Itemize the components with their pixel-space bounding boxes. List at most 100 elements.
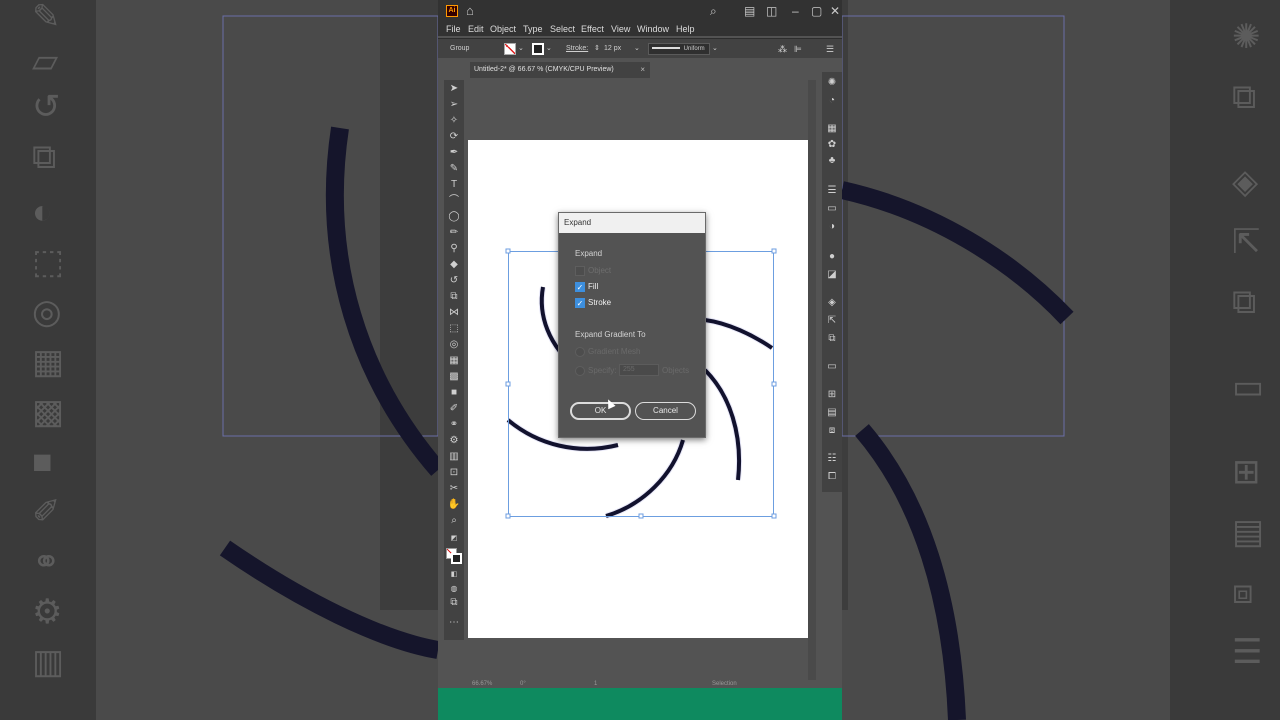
comments-icon[interactable]: ▭ (824, 360, 840, 374)
menu-view[interactable]: View (611, 22, 630, 36)
slice-tool-icon[interactable]: ✂ (446, 482, 462, 496)
mesh-tool-icon[interactable]: ▩ (446, 370, 462, 384)
profile-dropdown-icon[interactable]: ⌄ (712, 39, 718, 59)
minimize-icon[interactable]: – (792, 3, 799, 19)
brushes-icon[interactable]: ✿ (824, 138, 840, 152)
default-fill-stroke-icon[interactable]: ◩ (446, 532, 462, 546)
workspace-icon[interactable]: ▤ (744, 3, 755, 19)
ellipse-tool-icon[interactable]: ◯ (446, 210, 462, 224)
fill-checkbox[interactable]: ✓ (575, 282, 585, 292)
arrange-documents-icon[interactable]: ◫ (766, 3, 777, 19)
artboard-tool-icon[interactable]: ⊡ (446, 466, 462, 480)
menu-help[interactable]: Help (676, 22, 695, 36)
blend-tool-icon[interactable]: ⚭ (446, 418, 462, 432)
properties-icon[interactable]: ☷ (824, 452, 840, 466)
menu-window[interactable]: Window (637, 22, 669, 36)
fill-checkbox-label[interactable]: Fill (588, 282, 598, 292)
lasso-tool-icon[interactable]: ⟳ (446, 130, 462, 144)
menu-effect[interactable]: Effect (581, 22, 604, 36)
menu-select[interactable]: Select (550, 22, 575, 36)
transform-panel-icon[interactable]: ⊞ (824, 388, 840, 402)
color-panel-icon[interactable]: ✺ (824, 76, 840, 90)
gradient-tool-icon[interactable]: ■ (446, 386, 462, 400)
menu-edit[interactable]: Edit (468, 22, 484, 36)
zoom-tool-icon[interactable]: ⌕ (446, 514, 462, 528)
document-tab[interactable]: Untitled-2* @ 66.67 % (CMYK/CPU Preview)… (470, 62, 650, 78)
graph-tool-icon[interactable]: ▥ (446, 450, 462, 464)
shape-builder-tool-icon[interactable]: ◎ (446, 338, 462, 352)
swatches-icon[interactable]: ▦ (824, 122, 840, 136)
menu-object[interactable]: Object (490, 22, 516, 36)
stroke-dropdown-icon[interactable]: ⌄ (546, 39, 552, 59)
close-icon[interactable]: ✕ (830, 3, 840, 19)
stroke-swatch[interactable] (532, 43, 544, 55)
ok-button[interactable]: OK (570, 402, 631, 420)
shaper-tool-icon[interactable]: ⚲ (446, 242, 462, 256)
fill-stroke-widget[interactable] (446, 548, 462, 564)
paintbrush-tool-icon[interactable]: ✏ (446, 226, 462, 240)
stroke-weight-stepper-icon[interactable]: ⇕ (594, 39, 600, 59)
tools-panel: ➤ ➢ ✧ ⟳ ✒ ✎ T ⌒ ◯ ✏ ⚲ ◆ ↺ ⧉ ⋈ ⬚ ◎ ▦ ▩ ■ … (444, 80, 464, 640)
menu-type[interactable]: Type (523, 22, 543, 36)
free-transform-tool-icon[interactable]: ⬚ (446, 322, 462, 336)
edit-toolbar-icon[interactable]: ⋯ (446, 616, 462, 630)
layers-icon[interactable]: ◈ (824, 296, 840, 310)
screen-mode-icon[interactable]: ⧉ (446, 596, 462, 610)
eraser-tool-icon[interactable]: ◆ (446, 258, 462, 272)
rotate-tool-icon[interactable]: ↺ (446, 274, 462, 288)
panel-menu-icon[interactable]: ☰ (826, 39, 834, 59)
stroke-checkbox[interactable]: ✓ (575, 298, 585, 308)
stroke-weight-value[interactable]: 12 px (604, 39, 621, 59)
hand-tool-icon[interactable]: ✋ (446, 498, 462, 512)
vertical-scrollbar[interactable] (808, 80, 816, 680)
artboard-number[interactable]: 1 (594, 680, 597, 688)
search-icon[interactable]: ⌕ (710, 3, 717, 19)
stroke-weight-dropdown-icon[interactable]: ⌄ (634, 39, 640, 59)
draw-mode-icon[interactable]: ◍ (446, 582, 462, 596)
align-panel-icon[interactable]: ▤ (824, 406, 840, 420)
width-tool-icon[interactable]: ⋈ (446, 306, 462, 320)
appearance-icon[interactable]: ● (824, 250, 840, 264)
line-tool-icon[interactable]: ⌒ (446, 194, 462, 208)
stroke-box[interactable] (451, 553, 462, 564)
pen-tool-icon[interactable]: ✒ (446, 146, 462, 160)
libraries-icon[interactable]: ⧠ (824, 470, 840, 484)
graphic-styles-icon[interactable]: ◪ (824, 268, 840, 282)
fill-dropdown-icon[interactable]: ⌄ (518, 39, 524, 59)
fill-swatch[interactable] (504, 43, 516, 55)
tab-close-icon[interactable]: × (640, 62, 645, 78)
ghost-eyedropper-icon: ✐ (32, 493, 61, 531)
perspective-grid-tool-icon[interactable]: ▦ (446, 354, 462, 368)
recolor-icon[interactable]: ⁂ (778, 39, 787, 59)
rotation-value[interactable]: 0° (520, 680, 526, 688)
maximize-icon[interactable]: ▢ (811, 3, 822, 19)
stroke-panel-icon[interactable]: ☰ (824, 184, 840, 198)
menu-file[interactable]: File (446, 22, 461, 36)
pathfinder-icon[interactable]: ⧈ (824, 424, 840, 438)
stroke-label[interactable]: Stroke: (566, 39, 588, 59)
ghost-warp-icon: ◐ (32, 193, 53, 231)
direct-selection-tool-icon[interactable]: ➢ (446, 98, 462, 112)
title-bar: Ai ⌂ ⌕ ▤ ◫ – ▢ ✕ (438, 0, 842, 22)
align-icon[interactable]: ⊫ (794, 39, 802, 59)
gradient-panel-icon[interactable]: ▭ (824, 202, 840, 216)
stroke-profile-select[interactable]: Uniform (648, 43, 710, 55)
stroke-checkbox-label[interactable]: Stroke (588, 298, 611, 308)
selection-tool-icon[interactable]: ➤ (446, 82, 462, 96)
scale-tool-icon[interactable]: ⧉ (446, 290, 462, 304)
magic-wand-tool-icon[interactable]: ✧ (446, 114, 462, 128)
zoom-level[interactable]: 66.67% (472, 680, 492, 688)
asset-export-icon[interactable]: ⇱ (824, 314, 840, 328)
symbols-icon[interactable]: ♣ (824, 154, 840, 168)
type-tool-icon[interactable]: T (446, 178, 462, 192)
artboards-panel-icon[interactable]: ⧉ (824, 332, 840, 346)
color-guide-icon[interactable]: ◔ (824, 94, 840, 108)
symbol-sprayer-tool-icon[interactable]: ⚙ (446, 434, 462, 448)
eyedropper-tool-icon[interactable]: ✐ (446, 402, 462, 416)
transparency-icon[interactable]: ◑ (824, 220, 840, 234)
curvature-tool-icon[interactable]: ✎ (446, 162, 462, 176)
home-icon[interactable]: ⌂ (466, 3, 474, 19)
specify-label: Specify: (588, 366, 617, 375)
color-mode-icon[interactable]: ◧ (446, 568, 462, 582)
cancel-button[interactable]: Cancel (635, 402, 696, 420)
